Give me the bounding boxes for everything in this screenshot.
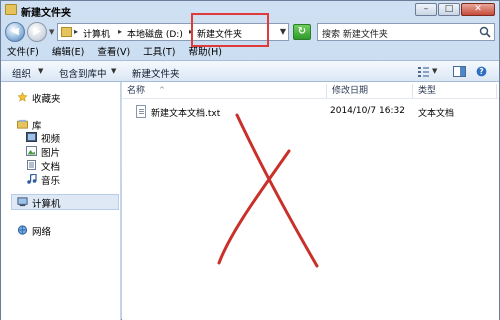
column-date-label: 修改日期 <box>332 86 369 96</box>
window-controls: – □ ✕ <box>415 3 495 16</box>
text-file-icon <box>136 105 146 118</box>
views-dropdown[interactable]: ▼ <box>432 67 437 75</box>
address-bar[interactable]: ▸ 计算机 ▸ 本地磁盘 (D:) ▸ 新建文件夹 ▼ <box>57 23 289 41</box>
explorer-window: 新建文件夹 – □ ✕ ◀ ▶ ▼ ▸ 计算机 ▸ 本地磁盘 (D:) ▸ 新建… <box>0 0 500 320</box>
crumb-separator[interactable]: ▸ <box>189 27 193 36</box>
library-icon <box>17 119 28 129</box>
maximize-button[interactable]: □ <box>438 3 460 16</box>
breadcrumb-current-folder[interactable]: 新建文件夹 <box>197 27 242 40</box>
file-row[interactable]: 新建文本文档.txt 2014/10/7 16:32 文本文档 <box>122 104 499 120</box>
search-placeholder: 搜索 新建文件夹 <box>322 30 388 40</box>
menu-help[interactable]: 帮助(H) <box>188 45 222 60</box>
close-button[interactable]: ✕ <box>461 3 495 16</box>
forward-icon: ▶ <box>33 26 41 37</box>
include-in-library-button[interactable]: 包含到库中 <box>59 66 107 80</box>
header-divider <box>122 98 499 99</box>
address-row: ◀ ▶ ▼ ▸ 计算机 ▸ 本地磁盘 (D:) ▸ 新建文件夹 ▼ ↻ 搜索 新… <box>1 19 499 45</box>
organize-dropdown[interactable]: ▼ <box>38 67 43 75</box>
back-button[interactable]: ◀ <box>5 22 25 42</box>
music-icon <box>27 174 37 184</box>
views-icon[interactable] <box>417 66 430 77</box>
history-dropdown[interactable]: ▼ <box>49 28 54 36</box>
window-title: 新建文件夹 <box>21 8 71 19</box>
title-bar: 新建文件夹 – □ ✕ <box>1 1 499 19</box>
nav-favorites[interactable]: 收藏夹 <box>32 91 61 105</box>
folder-icon <box>61 27 72 37</box>
menu-view[interactable]: 查看(V) <box>97 45 130 60</box>
nav-libraries[interactable]: 库 <box>32 118 42 132</box>
column-type-label: 类型 <box>418 86 437 96</box>
network-icon <box>17 225 28 235</box>
nav-videos[interactable]: 视频 <box>41 131 60 145</box>
crumb-separator[interactable]: ▸ <box>118 27 122 36</box>
menu-tools[interactable]: 工具(T) <box>143 45 175 60</box>
include-in-library-dropdown[interactable]: ▼ <box>111 67 116 75</box>
preview-pane-icon[interactable] <box>453 66 466 77</box>
menu-file[interactable]: 文件(F) <box>7 45 39 60</box>
search-icon[interactable] <box>479 26 491 38</box>
folder-icon <box>5 4 17 15</box>
document-icon <box>27 160 36 170</box>
command-bar: 组织 ▼ 包含到库中 ▼ 新建文件夹 ▼ ? <box>1 60 499 82</box>
nav-computer[interactable]: 计算机 <box>32 196 61 210</box>
breadcrumb-drive[interactable]: 本地磁盘 (D:) <box>127 27 183 40</box>
minimize-button[interactable]: – <box>415 3 437 16</box>
star-icon <box>17 92 28 102</box>
refresh-icon: ↻ <box>297 26 307 37</box>
nav-documents[interactable]: 文档 <box>41 159 60 173</box>
picture-icon <box>26 146 37 156</box>
help-icon[interactable]: ? <box>475 66 488 77</box>
column-header-type[interactable]: 类型 <box>413 84 497 98</box>
column-header-date[interactable]: 修改日期 <box>327 84 413 98</box>
nav-pictures[interactable]: 图片 <box>41 145 60 159</box>
column-name-label: 名称 <box>127 86 146 96</box>
breadcrumb-computer[interactable]: 计算机 <box>83 27 110 40</box>
menu-edit[interactable]: 编辑(E) <box>52 45 84 60</box>
search-input[interactable]: 搜索 新建文件夹 <box>317 23 495 41</box>
video-icon <box>26 132 37 142</box>
crumb-separator[interactable]: ▸ <box>74 27 78 36</box>
file-list-pane: 名称 ^ 修改日期 类型 新建文本文档.txt 2014/10/7 16:32 … <box>122 82 499 320</box>
navigation-pane: 收藏夹 库 视频 图片 文档 音乐 计算机 网络 <box>1 82 121 320</box>
back-icon: ◀ <box>11 26 19 37</box>
menu-bar: 文件(F) 编辑(E) 查看(V) 工具(T) 帮助(H) <box>1 45 499 60</box>
new-folder-button[interactable]: 新建文件夹 <box>132 66 180 80</box>
address-dropdown[interactable]: ▼ <box>280 27 286 36</box>
svg-text:?: ? <box>479 67 483 76</box>
forward-button[interactable]: ▶ <box>27 22 47 42</box>
computer-icon <box>17 197 28 207</box>
file-date: 2014/10/7 16:32 <box>330 106 405 116</box>
file-name[interactable]: 新建文本文档.txt <box>151 106 220 119</box>
nav-network[interactable]: 网络 <box>32 224 51 238</box>
column-header-name[interactable]: 名称 ^ <box>122 84 327 98</box>
sort-arrow-icon: ^ <box>159 86 165 94</box>
file-type: 文本文档 <box>418 109 455 119</box>
organize-button[interactable]: 组织 <box>12 66 31 80</box>
refresh-button[interactable]: ↻ <box>293 24 311 40</box>
nav-music[interactable]: 音乐 <box>41 173 60 187</box>
